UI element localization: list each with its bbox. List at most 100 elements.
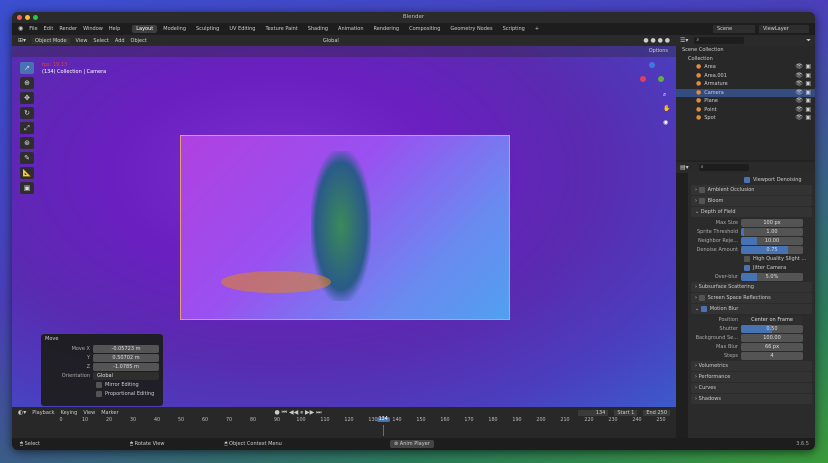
- transform-tool-icon[interactable]: ⊛: [20, 137, 34, 149]
- timeline-menu-playback[interactable]: Playback: [32, 410, 54, 416]
- panel-depth_of_field[interactable]: ⌄ Depth of Field: [691, 207, 812, 217]
- panel-collapsed[interactable]: › Curves: [691, 383, 812, 393]
- editor-type-icon[interactable]: ⊞▾: [18, 37, 26, 44]
- panel-checkbox[interactable]: [698, 294, 705, 301]
- filter-icon[interactable]: ⏷: [806, 37, 811, 44]
- render-camera-icon[interactable]: ▣: [805, 81, 811, 87]
- start-field[interactable]: Start 1: [614, 409, 638, 416]
- visibility-eye-icon[interactable]: 👁: [795, 115, 803, 121]
- panel-bloom[interactable]: › Bloom: [691, 196, 812, 206]
- viewport-menu-add[interactable]: Add: [115, 38, 125, 44]
- property-field[interactable]: 4: [741, 351, 803, 360]
- cursor-tool-icon[interactable]: ⊕: [20, 77, 34, 89]
- render-camera-icon[interactable]: ▣: [805, 98, 811, 104]
- navigation-gizmo[interactable]: [640, 62, 664, 86]
- workspace-tab[interactable]: Texture Paint: [261, 25, 301, 33]
- checkbox-row[interactable]: High Quality Slight ...: [744, 254, 815, 263]
- panel-collapsed[interactable]: › Volumetrics: [691, 361, 812, 371]
- workspace-tab[interactable]: Sculpting: [192, 25, 223, 33]
- workspace-tab[interactable]: Layout: [132, 25, 158, 33]
- orientation-dropdown[interactable]: Global: [93, 371, 159, 380]
- menu-render[interactable]: Render: [59, 26, 77, 32]
- camera-view-icon[interactable]: ◉: [663, 120, 668, 126]
- render-camera-icon[interactable]: ▣: [805, 89, 811, 96]
- mode-selector[interactable]: Object Mode: [32, 37, 70, 44]
- panel-collapsed[interactable]: › Performance: [691, 372, 812, 382]
- property-field[interactable]: 0.50: [741, 324, 803, 333]
- property-field[interactable]: 1.00: [741, 227, 803, 236]
- viewport-menu-object[interactable]: Object: [131, 38, 147, 44]
- zoom-icon[interactable]: ⌕: [663, 92, 666, 98]
- render-camera-icon[interactable]: ▣: [805, 72, 811, 79]
- move-value-field[interactable]: -0.05723 m: [93, 344, 159, 353]
- current-frame-field[interactable]: 134: [578, 409, 609, 416]
- view-layer-selector[interactable]: ViewLayer: [759, 25, 809, 33]
- panel-ssr[interactable]: › Screen Space Reflections: [691, 293, 812, 303]
- 3d-viewport[interactable]: Options ➚ ⊕ ✥ ↻ ⤢ ⊛ ✎ 📐 ▣ fps: 19.13 (13…: [12, 46, 676, 407]
- properties-tabs[interactable]: [676, 173, 688, 438]
- workspace-tab[interactable]: Animation: [334, 25, 368, 33]
- checkbox[interactable]: [744, 176, 750, 183]
- property-field[interactable]: 100.00: [741, 333, 803, 342]
- options-button[interactable]: Options: [649, 48, 668, 54]
- timeline-ruler[interactable]: 0 10 20 30 40 50 60 70 80 90 100 110 120 130 140 150 160…: [12, 417, 676, 436]
- outliner-search[interactable]: ⌕: [694, 37, 745, 44]
- outliner-item[interactable]: ● Armature 👁 ▣: [676, 80, 815, 89]
- collection-row[interactable]: Collection: [676, 55, 815, 64]
- display-mode-icon[interactable]: ☰▾: [680, 37, 688, 44]
- outliner-item[interactable]: ● Area 👁 ▣: [676, 63, 815, 72]
- orientation-selector[interactable]: Global: [323, 38, 339, 44]
- scene-selector[interactable]: Scene: [713, 25, 755, 33]
- menu-file[interactable]: File: [29, 26, 37, 32]
- workspace-tab[interactable]: Shading: [304, 25, 332, 33]
- select-tool-icon[interactable]: ➚: [20, 62, 34, 74]
- workspace-tab[interactable]: Geometry Nodes: [446, 25, 496, 33]
- visibility-eye-icon[interactable]: 👁: [795, 98, 803, 104]
- playback-controls[interactable]: ● ⏮ ◀◀ ⏸ ▶▶ ⏭: [275, 409, 322, 416]
- visibility-eye-icon[interactable]: 👁: [795, 72, 803, 79]
- annotate-tool-icon[interactable]: ✎: [20, 152, 34, 164]
- panel-checkbox[interactable]: [698, 197, 705, 204]
- checkbox-row[interactable]: Jitter Camera: [744, 263, 815, 272]
- panel-title[interactable]: Move: [45, 336, 159, 344]
- timeline-menu-view[interactable]: View: [83, 410, 95, 416]
- timeline-editor-icon[interactable]: ◐▾: [18, 409, 26, 416]
- checkbox[interactable]: [744, 255, 750, 262]
- measure-tool-icon[interactable]: 📐: [20, 167, 34, 179]
- viewport-menu-view[interactable]: View: [76, 38, 88, 44]
- viewport-menu-select[interactable]: Select: [93, 38, 108, 44]
- workspace-tab[interactable]: +: [531, 25, 543, 33]
- property-field[interactable]: 5.0%: [741, 272, 803, 281]
- minimize-button[interactable]: [25, 15, 30, 20]
- move-value-field[interactable]: -1.0785 m: [93, 362, 159, 371]
- properties-search[interactable]: ⌕: [698, 164, 749, 171]
- property-field[interactable]: 0.75: [741, 245, 803, 254]
- render-camera-icon[interactable]: ▣: [805, 64, 811, 70]
- panel-motion_blur[interactable]: ⌄ Motion Blur: [691, 304, 812, 314]
- workspace-tab[interactable]: Rendering: [370, 25, 404, 33]
- checkbox-row[interactable]: Viewport Denoising: [744, 175, 815, 184]
- render-camera-icon[interactable]: ▣: [805, 115, 811, 121]
- add-cube-tool-icon[interactable]: ▣: [20, 182, 34, 194]
- end-field[interactable]: End 250: [643, 409, 670, 416]
- visibility-eye-icon[interactable]: 👁: [795, 89, 803, 96]
- checkbox[interactable]: [744, 264, 750, 271]
- mirror-checkbox[interactable]: [96, 381, 102, 388]
- workspace-tab[interactable]: Scripting: [499, 25, 529, 33]
- visibility-eye-icon[interactable]: 👁: [795, 64, 803, 70]
- panel-checkbox[interactable]: [700, 305, 707, 312]
- position-dropdown[interactable]: Center on Frame: [741, 315, 803, 324]
- properties-type-icon[interactable]: ▤▾: [680, 164, 689, 171]
- property-field[interactable]: 10.00: [741, 236, 803, 245]
- workspace-tab[interactable]: Compositing: [405, 25, 444, 33]
- panel-ambient_occlusion[interactable]: › Ambient Occlusion: [691, 185, 812, 195]
- close-button[interactable]: [17, 15, 22, 20]
- pan-hand-icon[interactable]: ✋: [663, 106, 670, 112]
- visibility-eye-icon[interactable]: 👁: [795, 106, 803, 113]
- timeline-menu-marker[interactable]: Marker: [101, 410, 118, 416]
- workspace-tab[interactable]: UV Editing: [225, 25, 259, 33]
- render-camera-icon[interactable]: ▣: [805, 106, 811, 113]
- scene-collection-row[interactable]: Scene Collection: [676, 46, 815, 55]
- proportional-checkbox[interactable]: [96, 390, 102, 397]
- playhead[interactable]: 134: [376, 417, 390, 422]
